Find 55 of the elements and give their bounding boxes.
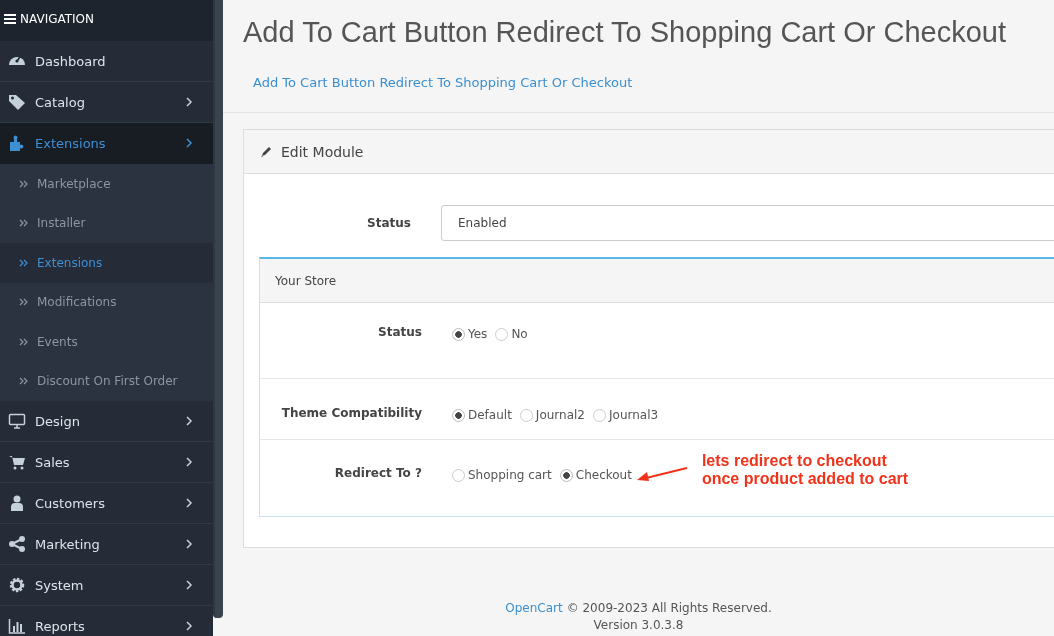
field-label: Theme Compatibility [280,406,423,420]
double-chevron-icon [19,219,28,228]
scrollbar[interactable] [213,0,223,618]
share-icon [8,535,26,553]
radio-button[interactable] [452,468,465,482]
annotation-arrow [635,466,688,482]
pencil-icon [260,145,273,158]
radio-option[interactable]: Journal3 [593,408,659,422]
tag-icon [8,93,26,111]
nav-item[interactable]: Extensions [0,123,213,164]
radio-option[interactable]: Shopping cart [452,468,552,482]
field-label: Redirect To ? [333,466,423,480]
annotation-text: lets redirect to checkout [701,452,888,470]
sidebar-title: NAVIGATION [20,11,95,26]
radio-option[interactable]: No [495,327,528,341]
nav-item[interactable]: Catalog [0,82,213,123]
bar-chart-icon [8,617,26,635]
field-label: Status [366,216,412,230]
submenu-item[interactable]: Extensions [0,243,213,283]
nav-item[interactable]: Design [0,401,213,442]
double-chevron-icon [19,298,28,307]
field-label: Status [377,325,423,339]
status-select[interactable]: Enabled [441,205,1054,241]
radio-button[interactable] [593,408,606,422]
menu-icon [4,13,16,24]
store-panel-title: Your Store [260,259,1054,303]
radio-option[interactable]: Journal2 [519,408,585,422]
radio-option[interactable]: Yes [452,327,488,341]
radio-button[interactable] [495,327,509,341]
monitor-icon [8,412,26,430]
page-title: Add To Cart Button Redirect To Shopping Cart Or Checkout [243,16,1007,49]
double-chevron-icon [19,337,28,346]
radio-option[interactable]: Checkout [559,468,632,482]
shopping-cart-icon [8,453,26,471]
double-chevron-icon [19,179,28,188]
radio-button[interactable] [452,408,465,422]
nav-item[interactable]: Dashboard [0,41,213,82]
annotation-text: once product added to cart [701,470,909,488]
nav-item[interactable]: Customers [0,483,213,524]
panel-title: Edit Module [281,143,364,160]
double-chevron-icon [19,258,28,267]
puzzle-icon [8,134,26,152]
radio-button[interactable] [452,327,465,341]
nav-item[interactable]: Sales [0,442,213,483]
nav-item[interactable]: System [0,565,213,606]
double-chevron-icon [19,377,28,386]
nav-item[interactable]: Marketing [0,524,213,565]
radio-button[interactable] [519,408,533,422]
settings-icon [8,576,26,594]
nav-item[interactable]: Reports [0,606,213,636]
version-text: Version 3.0.3.8 [592,617,685,634]
radio-option[interactable]: Default [452,408,512,422]
radio-button[interactable] [559,468,573,482]
user-icon [8,494,26,512]
copyright-text: © 2009-2023 All Rights Reserved. [566,601,772,615]
